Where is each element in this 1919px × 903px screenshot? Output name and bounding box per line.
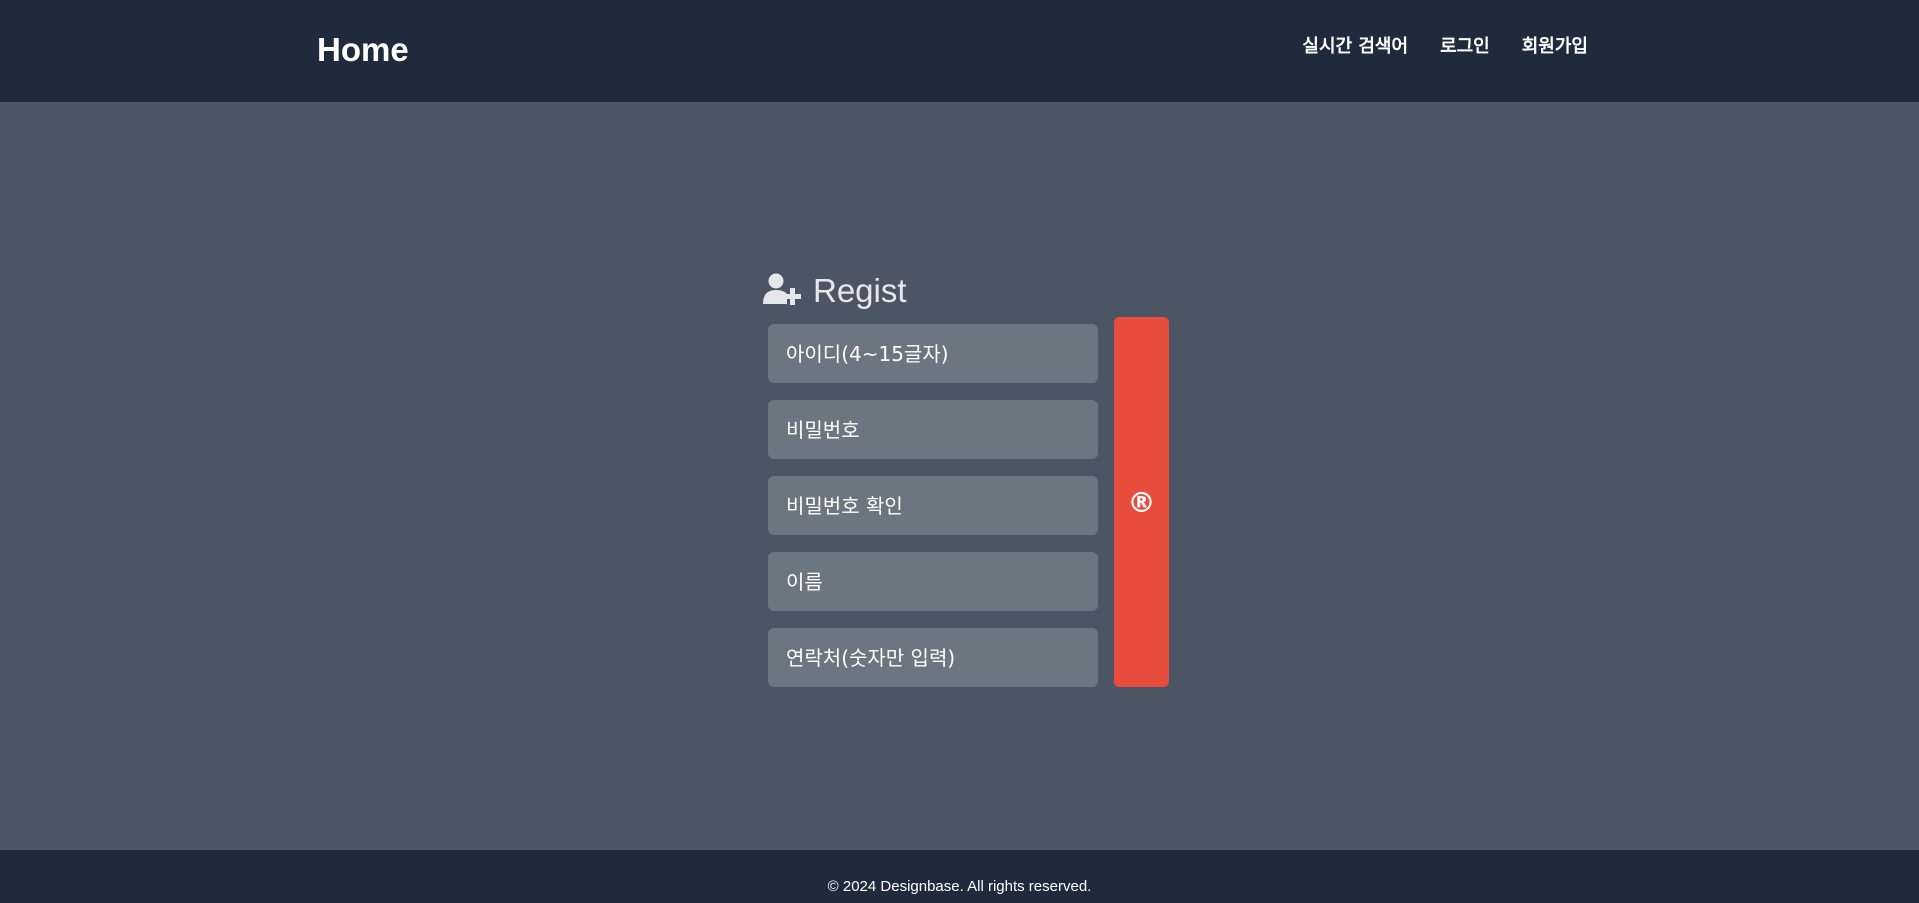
userid-input[interactable] bbox=[768, 324, 1098, 383]
footer: © 2024 Designbase. All rights reserved. bbox=[0, 850, 1919, 903]
nav-signup[interactable]: 회원가입 bbox=[1522, 34, 1588, 60]
home-link[interactable]: Home bbox=[317, 28, 409, 72]
register-submit-button[interactable]: ® bbox=[1114, 317, 1169, 687]
top-navbar: Home 실시간 검색어 로그인 회원가입 bbox=[0, 0, 1919, 102]
form-title: Regist bbox=[763, 270, 907, 312]
password-confirm-input[interactable] bbox=[768, 476, 1098, 535]
name-input[interactable] bbox=[768, 552, 1098, 611]
registered-icon: ® bbox=[1127, 485, 1156, 519]
nav-login[interactable]: 로그인 bbox=[1440, 34, 1490, 60]
form-title-text: Regist bbox=[813, 272, 907, 309]
user-plus-icon bbox=[763, 273, 803, 309]
nav-realtime-search[interactable]: 실시간 검색어 bbox=[1302, 34, 1408, 60]
main-content: Regist ® bbox=[0, 102, 1919, 850]
password-input[interactable] bbox=[768, 400, 1098, 459]
copyright-text: © 2024 Designbase. All rights reserved. bbox=[827, 878, 1092, 895]
register-form-fields bbox=[768, 324, 1098, 704]
phone-input[interactable] bbox=[768, 628, 1098, 687]
nav-menu: 실시간 검색어 로그인 회원가입 bbox=[1302, 34, 1588, 60]
